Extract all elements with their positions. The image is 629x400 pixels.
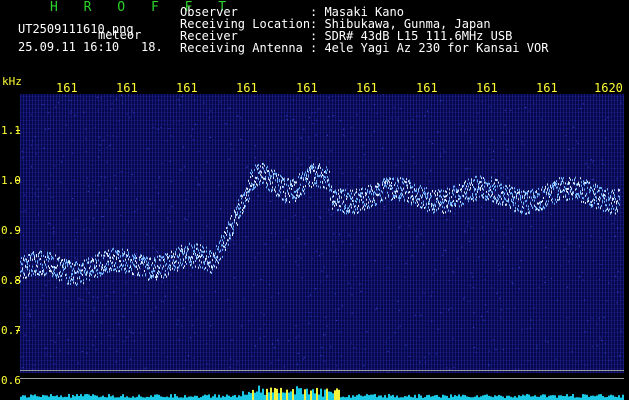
y-tick-mark xyxy=(16,130,20,131)
header-panel: H R O F F T UT2509111610.png meteor 25.0… xyxy=(0,0,629,78)
x-tick-label: 161 xyxy=(416,81,438,95)
x-tick-label: 161 xyxy=(56,81,78,95)
axis-line xyxy=(20,378,624,379)
x-tick-label: 161 xyxy=(356,81,378,95)
speed-value: 18. xyxy=(141,40,163,54)
axis-line xyxy=(20,370,624,371)
y-tick-mark xyxy=(16,180,20,181)
timestamp: 25.09.11 16:10 xyxy=(18,40,120,54)
antenna-value: : 4ele Yagi Az 230 for Kansai VOR xyxy=(310,41,549,55)
spectrogram xyxy=(20,94,625,374)
activity-strip xyxy=(20,385,624,400)
y-tick-mark xyxy=(16,230,20,231)
x-tick-label: 161 xyxy=(536,81,558,95)
x-tick-label: 161 xyxy=(116,81,138,95)
y-tick-mark xyxy=(16,280,20,281)
x-tick-label: 1620 xyxy=(594,81,623,95)
antenna-label: Receiving Antenna xyxy=(180,41,303,55)
frequency-unit: kHz xyxy=(2,75,22,88)
y-tick-label: 0.6 xyxy=(1,374,21,387)
y-tick-mark xyxy=(16,330,20,331)
x-tick-label: 161 xyxy=(476,81,498,95)
x-tick-label: 161 xyxy=(176,81,198,95)
x-tick-label: 161 xyxy=(236,81,258,95)
spectrogram-signal xyxy=(20,94,625,374)
x-tick-label: 161 xyxy=(296,81,318,95)
